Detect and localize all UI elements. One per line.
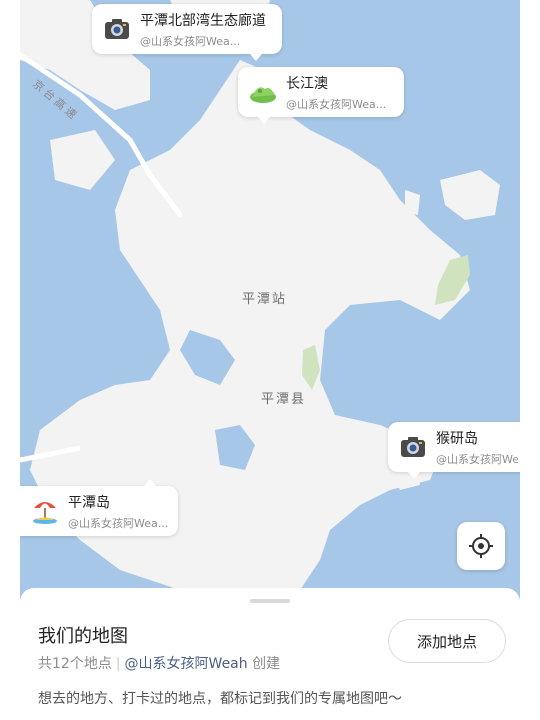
pin-user: @山系女孩阿We [436,452,518,466]
pin-user: @山系女孩阿Wea... [286,97,387,111]
pin-user: @山系女孩阿Wea... [68,516,168,530]
created-label: 创建 [252,656,281,672]
map-pin-houyandao[interactable]: 猴研岛 @山系女孩阿We [388,422,520,479]
green-hill-icon [250,87,276,103]
county-label[interactable]: 平潭县 [261,388,306,407]
beach-umbrella-icon [33,502,57,524]
locate-button[interactable] [457,522,505,570]
map-title: 我们的地图 [38,626,128,647]
pin-name: 长江澳 [286,75,328,92]
pin-user: @山系女孩阿Wea... [140,34,241,48]
camera-icon [401,437,425,457]
map-description: 想去的地方、打卡过的地点，都标记到我们的专属地图吧～ [38,691,402,707]
creator-link[interactable]: @山系女孩阿Weah [125,656,248,672]
map-pin-beibuwan[interactable]: 平潭北部湾生态廊道 @山系女孩阿Wea... [92,4,282,61]
pin-name: 平潭岛 [68,494,110,511]
station-label[interactable]: 平潭站 [242,288,287,307]
map-pin-changjiangao[interactable]: 长江澳 @山系女孩阿Wea... [238,67,404,124]
locate-target-icon [469,534,493,558]
camera-icon [105,19,129,39]
bottom-sheet: 我们的地图 共12个地点 | @山系女孩阿Weah 创建 添加地点 想去的地方、打卡… [20,588,520,720]
pin-name: 猴研岛 [436,430,478,447]
place-count: 共12个地点 [38,656,112,672]
sheet-drag-handle[interactable] [250,599,290,603]
meta-separator: | [115,656,121,672]
add-place-button[interactable]: 添加地点 [388,619,506,663]
map-pin-pingtandao[interactable]: 平潭岛 @山系女孩阿Wea... [20,479,178,536]
pin-name: 平潭北部湾生态廊道 [140,12,266,29]
map-meta: 共12个地点 | @山系女孩阿Weah 创建 [38,653,280,673]
